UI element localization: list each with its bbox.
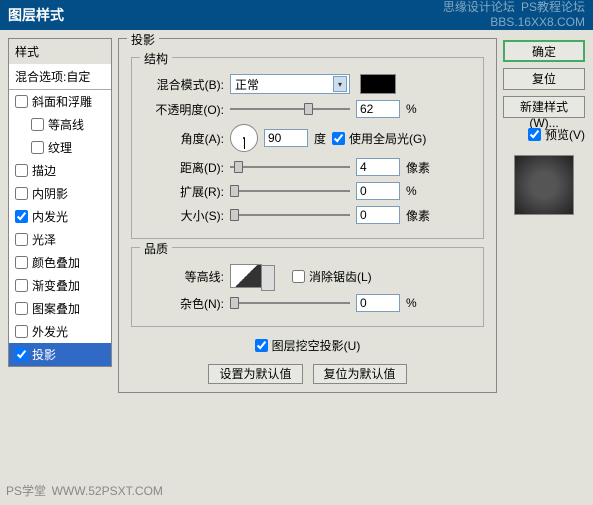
spread-input[interactable] [356, 182, 400, 200]
right-column: 确定 复位 新建样式(W)... 预览(V) [503, 38, 585, 497]
opacity-label: 不透明度(O): [144, 101, 224, 118]
cancel-button[interactable]: 复位 [503, 68, 585, 90]
style-item[interactable]: 斜面和浮雕 [9, 90, 111, 113]
style-item[interactable]: 投影 [9, 343, 111, 366]
effect-panel: 投影 结构 混合模式(B): 正常 ▾ 不透明度(O): [118, 38, 497, 393]
style-item-label: 描边 [32, 162, 56, 179]
noise-slider[interactable] [230, 294, 350, 312]
style-item-label: 斜面和浮雕 [32, 93, 92, 110]
style-item-checkbox[interactable] [31, 118, 44, 131]
style-item[interactable]: 等高线 [9, 113, 111, 136]
style-item[interactable]: 内阴影 [9, 182, 111, 205]
blend-mode-select[interactable]: 正常 ▾ [230, 74, 350, 94]
spread-label: 扩展(R): [144, 183, 224, 200]
contour-label: 等高线: [144, 268, 224, 285]
styles-listbox: 样式 混合选项:自定 斜面和浮雕等高线纹理描边内阴影内发光光泽颜色叠加渐变叠加图… [8, 38, 112, 367]
shadow-color-swatch[interactable] [360, 74, 396, 94]
ok-button[interactable]: 确定 [503, 40, 585, 62]
reset-default-button[interactable]: 复位为默认值 [313, 364, 407, 384]
style-item-label: 内发光 [32, 208, 68, 225]
style-item-label: 图案叠加 [32, 300, 80, 317]
style-item-label: 内阴影 [32, 185, 68, 202]
angle-input[interactable] [264, 129, 308, 147]
chevron-down-icon: ▾ [333, 76, 347, 92]
antialias-checkbox[interactable]: 消除锯齿(L) [292, 268, 372, 285]
main-column: 投影 结构 混合模式(B): 正常 ▾ 不透明度(O): [118, 38, 497, 497]
style-item-checkbox[interactable] [15, 95, 28, 108]
style-item-label: 等高线 [48, 116, 84, 133]
style-item-label: 投影 [32, 346, 56, 363]
style-item-checkbox[interactable] [15, 164, 28, 177]
knockout-checkbox[interactable]: 图层挖空投影(U) [255, 337, 361, 354]
style-item-checkbox[interactable] [15, 348, 28, 361]
quality-legend: 品质 [140, 240, 172, 257]
styles-column: 样式 混合选项:自定 斜面和浮雕等高线纹理描边内阴影内发光光泽颜色叠加渐变叠加图… [8, 38, 112, 497]
distance-unit: 像素 [406, 159, 436, 176]
spread-unit: % [406, 184, 436, 198]
titlebar: 图层样式 思缘设计论坛 PS教程论坛 BBS.16XX8.COM [0, 0, 593, 30]
watermark: 思缘设计论坛 PS教程论坛 BBS.16XX8.COM [443, 0, 585, 30]
noise-label: 杂色(N): [144, 295, 224, 312]
style-item-label: 渐变叠加 [32, 277, 80, 294]
style-item-checkbox[interactable] [15, 279, 28, 292]
opacity-unit: % [406, 102, 436, 116]
size-label: 大小(S): [144, 207, 224, 224]
preview-swatch [514, 155, 574, 215]
effect-panel-title: 投影 [127, 31, 159, 48]
style-item-label: 光泽 [32, 231, 56, 248]
style-item-checkbox[interactable] [15, 325, 28, 338]
style-item-checkbox[interactable] [15, 210, 28, 223]
quality-group: 品质 等高线: 消除锯齿(L) 杂色(N): [131, 247, 484, 327]
opacity-slider[interactable] [230, 100, 350, 118]
noise-unit: % [406, 296, 436, 310]
size-unit: 像素 [406, 207, 436, 224]
style-item-checkbox[interactable] [15, 256, 28, 269]
style-item[interactable]: 图案叠加 [9, 297, 111, 320]
blend-mode-label: 混合模式(B): [144, 76, 224, 93]
opacity-input[interactable] [356, 100, 400, 118]
dialog-title: 图层样式 [8, 5, 64, 25]
style-item[interactable]: 光泽 [9, 228, 111, 251]
style-item-label: 外发光 [32, 323, 68, 340]
style-item[interactable]: 纹理 [9, 136, 111, 159]
angle-label: 角度(A): [144, 130, 224, 147]
styles-subheader[interactable]: 混合选项:自定 [9, 64, 111, 90]
style-item[interactable]: 外发光 [9, 320, 111, 343]
style-item[interactable]: 描边 [9, 159, 111, 182]
structure-legend: 结构 [140, 50, 172, 67]
size-slider[interactable] [230, 206, 350, 224]
distance-input[interactable] [356, 158, 400, 176]
new-style-button[interactable]: 新建样式(W)... [503, 96, 585, 118]
angle-unit: 度 [314, 130, 326, 147]
style-item-label: 纹理 [48, 139, 72, 156]
style-item[interactable]: 渐变叠加 [9, 274, 111, 297]
size-input[interactable] [356, 206, 400, 224]
structure-group: 结构 混合模式(B): 正常 ▾ 不透明度(O): [131, 57, 484, 239]
noise-input[interactable] [356, 294, 400, 312]
style-item-checkbox[interactable] [15, 187, 28, 200]
style-item-label: 颜色叠加 [32, 254, 80, 271]
footer-watermark: PS学堂 WWW.52PSXT.COM [6, 482, 163, 499]
styles-header[interactable]: 样式 [9, 39, 111, 64]
angle-dial[interactable] [230, 124, 258, 152]
global-light-checkbox[interactable]: 使用全局光(G) [332, 130, 426, 147]
distance-label: 距离(D): [144, 159, 224, 176]
style-item[interactable]: 内发光 [9, 205, 111, 228]
make-default-button[interactable]: 设置为默认值 [208, 364, 302, 384]
dialog-content: 样式 混合选项:自定 斜面和浮雕等高线纹理描边内阴影内发光光泽颜色叠加渐变叠加图… [0, 30, 593, 505]
contour-picker[interactable] [230, 264, 262, 288]
style-item[interactable]: 颜色叠加 [9, 251, 111, 274]
style-item-checkbox[interactable] [15, 233, 28, 246]
layer-style-dialog: 图层样式 思缘设计论坛 PS教程论坛 BBS.16XX8.COM 样式 混合选项… [0, 0, 593, 505]
distance-slider[interactable] [230, 158, 350, 176]
style-item-checkbox[interactable] [15, 302, 28, 315]
spread-slider[interactable] [230, 182, 350, 200]
preview-checkbox[interactable]: 预览(V) [503, 126, 585, 143]
style-item-checkbox[interactable] [31, 141, 44, 154]
